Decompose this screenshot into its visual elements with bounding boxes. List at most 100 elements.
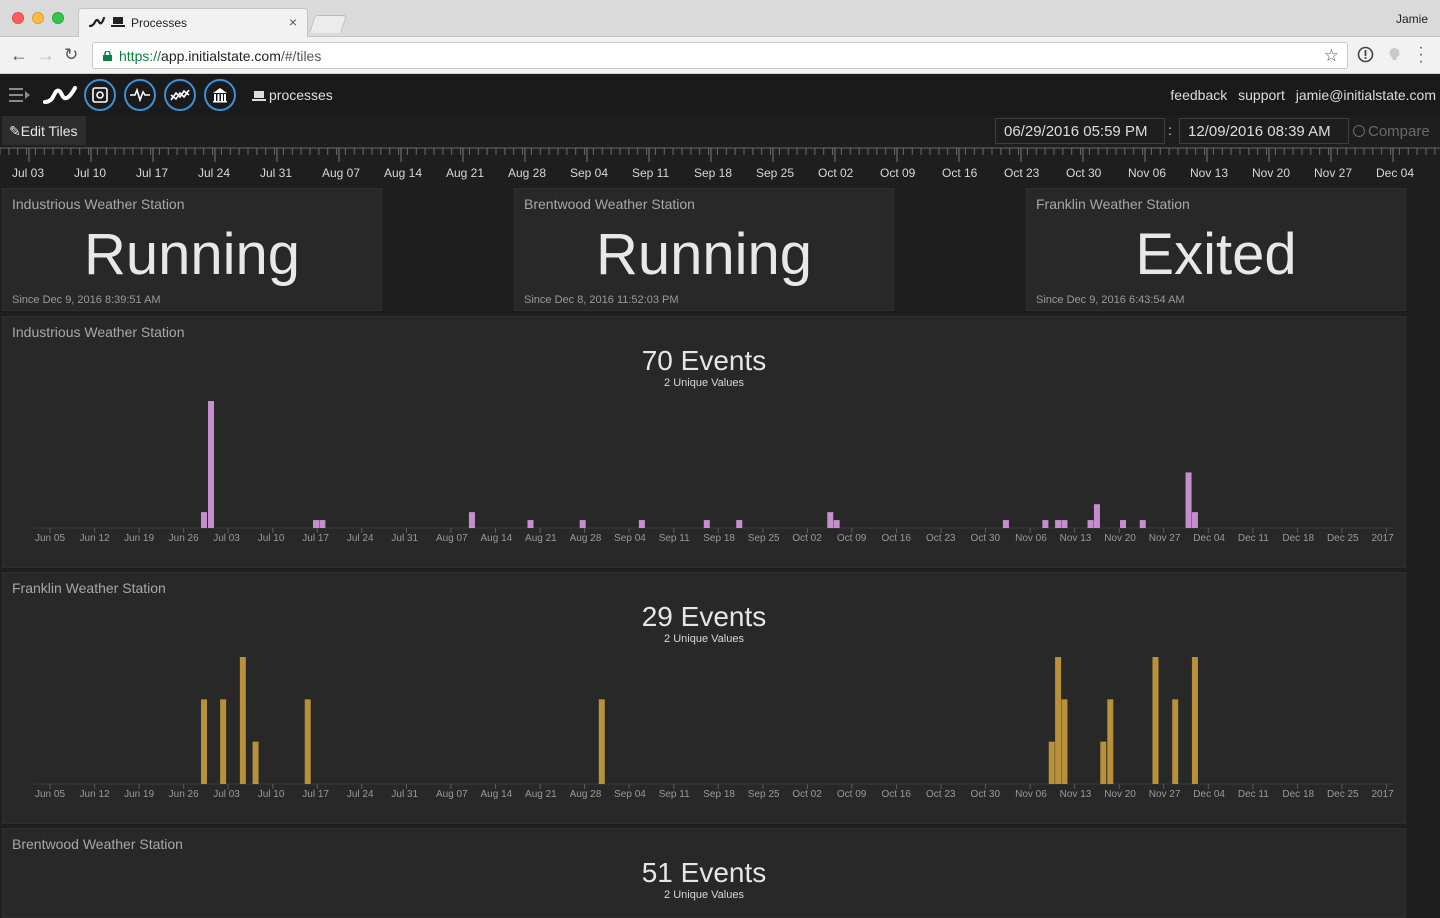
status-tile-brentwood[interactable]: Brentwood Weather Station Running Since … — [514, 188, 894, 311]
histogram-bar[interactable] — [1002, 520, 1009, 528]
events-tile-franklin[interactable]: Franklin Weather Station 29 Events 2 Uni… — [2, 572, 1406, 824]
histogram-bar[interactable] — [1055, 520, 1062, 528]
histogram-bar[interactable] — [833, 520, 840, 528]
sidebar-toggle-icon[interactable] — [9, 88, 31, 102]
timeline-scrubber[interactable]: Jul 03 Jul 10 Jul 17 Jul 24 Jul 31 Aug 07 Aug … — [0, 146, 1440, 186]
histogram-bar[interactable] — [1055, 657, 1062, 784]
minimize-window-button[interactable] — [32, 12, 44, 24]
edit-tiles-label: Edit Tiles — [20, 123, 78, 139]
histogram-bar[interactable] — [201, 699, 208, 784]
histogram-bar[interactable] — [1048, 741, 1055, 784]
histogram-bar[interactable] — [1093, 504, 1100, 528]
browser-profile-name[interactable]: Jamie — [1396, 12, 1428, 26]
histogram-bar[interactable] — [1120, 520, 1127, 528]
events-tile-industrious[interactable]: Industrious Weather Station 70 Events 2 … — [2, 316, 1406, 568]
histogram-bar[interactable] — [527, 520, 534, 528]
extension-bulb-icon[interactable] — [1386, 46, 1403, 63]
url-host: app.initialstate.com — [161, 48, 281, 64]
histogram-bar[interactable] — [239, 657, 246, 784]
histogram-bar[interactable] — [1061, 699, 1068, 784]
reload-button[interactable]: ↻ — [64, 45, 78, 65]
x-axis-tick-label: Jul 31 — [391, 533, 419, 544]
x-axis-tick-label: Jun 26 — [168, 789, 199, 800]
x-axis-tick-label: Dec 11 — [1237, 533, 1269, 544]
x-axis-tick-label: Oct 16 — [881, 533, 911, 544]
tile-title: Industrious Weather Station — [12, 196, 185, 212]
close-tab-icon[interactable]: × — [289, 14, 297, 30]
x-axis-tick-label: Nov 27 — [1148, 533, 1181, 544]
histogram-bar[interactable] — [579, 520, 586, 528]
date-separator: : — [1168, 122, 1172, 138]
x-axis-tick-label: Jul 24 — [346, 789, 374, 800]
histogram-bar[interactable] — [1061, 520, 1068, 528]
pencil-icon: ✎ — [9, 123, 21, 139]
histogram-bar[interactable] — [313, 520, 320, 528]
histogram-bar[interactable] — [1107, 699, 1114, 784]
url-scheme: https:// — [119, 48, 162, 64]
x-axis-tick-label: Dec 18 — [1282, 789, 1315, 800]
histogram-bar[interactable] — [736, 520, 743, 528]
account-link[interactable]: jamie@initialstate.com — [1296, 87, 1436, 103]
waves-icon — [130, 88, 150, 102]
bookmark-star-icon[interactable]: ☆ — [1324, 46, 1339, 66]
initialstate-logo-icon[interactable] — [42, 83, 78, 107]
histogram-bar[interactable] — [1042, 520, 1049, 528]
histogram-bar[interactable] — [208, 401, 215, 528]
histogram-bar[interactable] — [201, 512, 208, 528]
status-value: Running — [595, 222, 813, 287]
bucket-name-label: processes — [269, 87, 333, 103]
lock-icon — [103, 51, 112, 61]
browser-tab-processes[interactable]: Processes × — [78, 8, 308, 37]
shed-icon — [213, 88, 227, 103]
address-bar[interactable]: https://app.initialstate.com/#/tiles ☆ — [92, 42, 1348, 69]
x-axis-tick-label: Dec 25 — [1326, 789, 1359, 800]
histogram-bar[interactable] — [598, 699, 605, 784]
browser-toolbar: ← → ↻ https://app.initialstate.com/#/til… — [0, 37, 1440, 74]
status-tile-franklin[interactable]: Franklin Weather Station Exited Since De… — [1026, 188, 1406, 311]
maximize-window-button[interactable] — [52, 12, 64, 24]
histogram-bar[interactable] — [827, 512, 834, 528]
bucket-name[interactable]: processes — [252, 87, 333, 103]
tiles-view-button[interactable] — [84, 79, 116, 111]
close-window-button[interactable] — [12, 12, 24, 24]
histogram-bar[interactable] — [1152, 657, 1159, 784]
timeline-label: Oct 30 — [1066, 166, 1102, 180]
waves-view-button[interactable] — [124, 79, 156, 111]
timeline-label: Aug 21 — [446, 166, 485, 180]
histogram-bar[interactable] — [1172, 699, 1179, 784]
support-link[interactable]: support — [1238, 87, 1285, 103]
histogram-bar[interactable] — [220, 699, 227, 784]
shed-view-button[interactable] — [204, 79, 236, 111]
timeline-label: Sep 18 — [694, 166, 733, 180]
edit-tiles-button[interactable]: ✎Edit Tiles — [2, 116, 86, 145]
lines-view-button[interactable] — [164, 79, 196, 111]
x-axis-tick-label: Jun 05 — [35, 533, 66, 544]
x-axis-tick-label: Aug 28 — [569, 789, 602, 800]
back-button[interactable]: ← — [10, 45, 28, 65]
feedback-link[interactable]: feedback — [1170, 87, 1227, 103]
histogram-bar[interactable] — [252, 741, 259, 784]
histogram-bar[interactable] — [1139, 520, 1146, 528]
compare-button[interactable]: Compare — [1353, 123, 1430, 140]
browser-menu-icon[interactable]: · · · — [1414, 40, 1428, 70]
histogram-bar[interactable] — [638, 520, 645, 528]
x-axis-tick-label: Aug 14 — [480, 789, 513, 800]
histogram-bar[interactable] — [703, 520, 710, 528]
histogram-bar[interactable] — [319, 520, 326, 528]
events-tile-brentwood[interactable]: Brentwood Weather Station 51 Events 2 Un… — [2, 828, 1406, 918]
histogram-bar[interactable] — [1087, 520, 1094, 528]
histogram-bar[interactable] — [1100, 741, 1107, 784]
status-tile-industrious[interactable]: Industrious Weather Station Running Sinc… — [2, 188, 382, 311]
histogram-bar[interactable] — [1191, 512, 1198, 528]
end-date-input[interactable]: 12/09/2016 08:39 AM — [1179, 118, 1349, 144]
histogram-bar[interactable] — [468, 512, 475, 528]
histogram-bar[interactable] — [304, 699, 311, 784]
histogram-bar[interactable] — [1191, 657, 1198, 784]
start-date-input[interactable]: 06/29/2016 05:59 PM — [995, 118, 1165, 144]
x-axis-tick-label: Oct 02 — [792, 533, 822, 544]
x-axis-tick-label: Sep 25 — [747, 789, 780, 800]
extension-info-icon[interactable] — [1357, 46, 1374, 63]
new-tab-button[interactable] — [309, 15, 347, 33]
forward-button[interactable]: → — [37, 45, 55, 65]
histogram-bar[interactable] — [1185, 472, 1192, 528]
